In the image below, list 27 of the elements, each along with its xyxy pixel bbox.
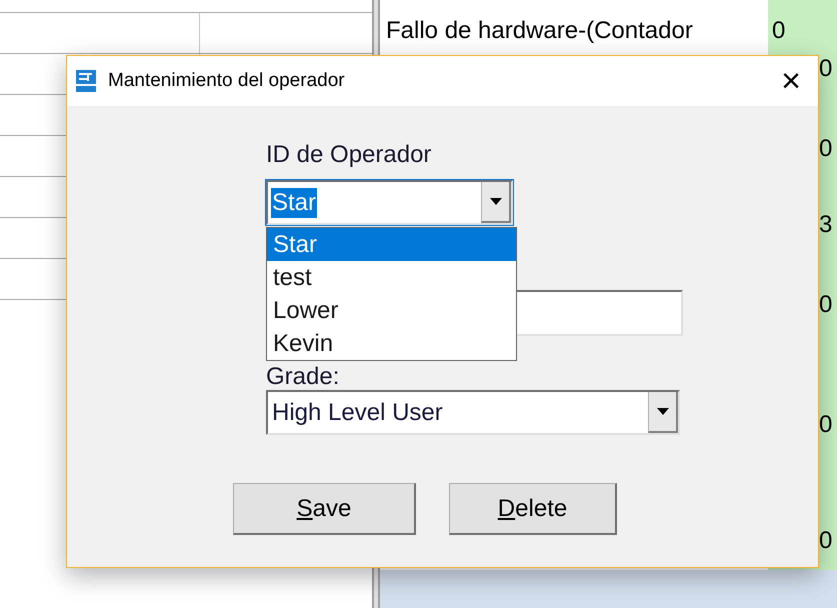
- window-title: Mantenimiento del operador: [108, 68, 346, 93]
- dropdown-option[interactable]: test: [267, 261, 516, 294]
- value-cell-text: 0: [819, 290, 834, 320]
- value-cell-text: 0: [819, 54, 834, 84]
- app-logo-icon: [76, 70, 96, 92]
- dropdown-option[interactable]: Lower: [267, 294, 516, 327]
- value-cell-text: 0: [819, 410, 834, 440]
- dropdown-value: High Level User: [271, 398, 444, 428]
- action-button[interactable]: Save: [233, 483, 416, 535]
- field-label: Grade:: [266, 362, 340, 390]
- caret-icon: [490, 198, 502, 205]
- value-cell-text: 0: [772, 16, 786, 46]
- dropdown-field[interactable]: Star: [266, 180, 513, 225]
- action-button[interactable]: Delete: [449, 483, 617, 535]
- dropdown-value: Star: [271, 188, 318, 218]
- dropdown-option[interactable]: Star: [267, 228, 516, 261]
- dropdown-arrow-button[interactable]: [648, 392, 678, 433]
- value-cell-text: 3: [819, 210, 834, 240]
- dropdown-option[interactable]: Kevin: [267, 327, 516, 360]
- dropdown-arrow-button[interactable]: [481, 182, 511, 223]
- field-label: ID de Operador: [266, 140, 432, 170]
- row-label: Fallo de hardware-(Contador: [386, 17, 693, 44]
- dropdown-field[interactable]: High Level User: [266, 390, 680, 435]
- value-cell-text: 0: [819, 526, 834, 556]
- value-cell-text: 0: [819, 134, 834, 164]
- caret-icon: [656, 408, 668, 415]
- close-button[interactable]: ×: [768, 61, 814, 101]
